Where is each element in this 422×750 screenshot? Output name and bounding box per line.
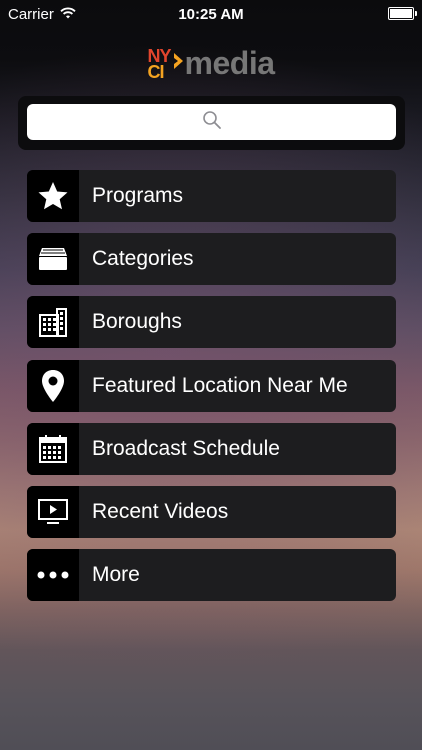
menu-item-label: Featured Location Near Me — [92, 373, 348, 397]
logo-mark: NY CI — [147, 47, 172, 82]
logo-arrow-icon — [173, 50, 185, 77]
menu-item-boroughs[interactable]: Boroughs — [27, 296, 396, 349]
main-menu: Programs Categories Boroughs Featured Lo… — [27, 170, 396, 612]
menu-item-label: Categories — [92, 247, 194, 271]
more-dots-icon — [27, 549, 79, 602]
menu-item-programs[interactable]: Programs — [27, 170, 396, 222]
status-bar: Carrier 10:25 AM — [0, 0, 422, 30]
search-input[interactable] — [27, 104, 396, 140]
buildings-icon — [27, 296, 79, 349]
video-screen-icon — [27, 485, 79, 538]
menu-item-label: Broadcast Schedule — [92, 436, 280, 460]
search-bar — [18, 96, 405, 150]
logo-word: media — [184, 45, 275, 81]
menu-item-categories[interactable]: Categories — [27, 233, 396, 286]
menu-item-recent-videos[interactable]: Recent Videos — [27, 485, 396, 538]
menu-item-label: More — [92, 563, 140, 587]
calendar-icon — [27, 422, 79, 475]
menu-item-label: Boroughs — [92, 310, 182, 334]
menu-item-featured-location[interactable]: Featured Location Near Me — [27, 359, 396, 412]
menu-item-more[interactable]: More — [27, 549, 396, 602]
battery-icon — [388, 7, 417, 20]
menu-item-broadcast-schedule[interactable]: Broadcast Schedule — [27, 422, 396, 475]
search-icon — [202, 110, 222, 135]
map-pin-icon — [27, 359, 79, 412]
star-icon — [27, 170, 79, 222]
logo-mark-bottom: CI — [147, 61, 165, 82]
menu-item-label: Programs — [92, 184, 184, 207]
menu-item-label: Recent Videos — [92, 499, 229, 523]
status-time: 10:25 AM — [178, 6, 244, 23]
tray-icon — [27, 233, 79, 286]
app-logo: NY CI media — [0, 45, 422, 82]
